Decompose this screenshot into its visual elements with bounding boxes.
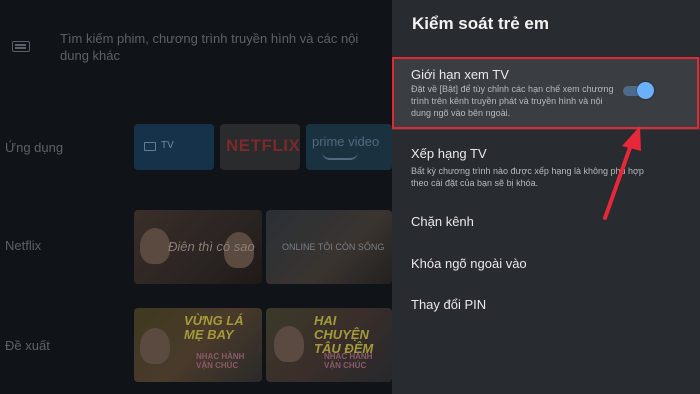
thumbnail-subtitle: NHẠC HÀNH VẬN CHÚC (196, 352, 245, 370)
settings-item-title: Khóa ngõ ngoài vào (411, 256, 527, 271)
person-figure (140, 328, 170, 364)
netflix-thumbnail[interactable]: ONLINE TÔI CÒN SỐNG (266, 210, 392, 284)
prime-smile-icon (322, 152, 358, 160)
row-label-netflix: Netflix (5, 238, 42, 253)
keyboard-icon[interactable] (12, 41, 30, 52)
thumbnail-title: Điên thì có sao (168, 239, 255, 254)
suggested-thumbnail[interactable]: HAI CHUYỆN TÂU ĐÊM NHẠC HÀNH VẬN CHÚC (266, 308, 392, 382)
panel-title: Kiểm soát trẻ em (412, 14, 549, 33)
search-bar[interactable]: Tìm kiếm phim, chương trình truyền hình … (0, 24, 392, 74)
settings-item-change-pin[interactable]: Thay đổi PIN (392, 290, 700, 320)
netflix-thumbnail[interactable]: Điên thì có sao (134, 210, 262, 284)
settings-item-title: Chặn kênh (411, 214, 474, 229)
app-tile-tv[interactable]: TV (134, 124, 214, 170)
row-label-suggested: Đề xuất (5, 338, 50, 353)
settings-item-description: Bất kỳ chương trình nào được xếp hạng là… (411, 166, 644, 188)
row-label-apps: Ứng dụng (5, 140, 64, 155)
settings-item-title: Thay đổi PIN (411, 297, 487, 312)
search-placeholder: Tìm kiếm phim, chương trình truyền hình … (60, 31, 359, 63)
person-figure (274, 326, 304, 362)
highlight-box (392, 57, 699, 129)
thumbnail-title: HAI CHUYỆN TÂU ĐÊM (314, 313, 374, 356)
thumbnail-title: VỪNG LÁ MẸ BAY (184, 313, 244, 342)
thumbnail-title: ONLINE TÔI CÒN SỐNG (282, 242, 385, 252)
thumbnail-subtitle: NHẠC HÀNH VẬN CHÚC (324, 352, 373, 370)
netflix-logo: NETFLIX (226, 136, 300, 155)
settings-item-title: Xếp hạng TV (411, 146, 487, 161)
person-figure (140, 228, 170, 264)
app-tile-label: TV (161, 140, 174, 151)
suggested-thumbnail[interactable]: VỪNG LÁ MẸ BAY NHẠC HÀNH VẬN CHÚC (134, 308, 262, 382)
app-tile-netflix[interactable]: NETFLIX (220, 124, 300, 170)
settings-item-tv-rating[interactable]: Xếp hạng TV Bất kỳ chương trình nào được… (392, 140, 700, 196)
settings-item-lock-external-inputs[interactable]: Khóa ngõ ngoài vào (392, 249, 700, 279)
home-screen-background: Tìm kiếm phim, chương trình truyền hình … (0, 0, 392, 394)
tv-icon (144, 142, 156, 151)
app-tile-prime-video[interactable]: prime video (306, 124, 392, 170)
prime-video-logo: prime video (312, 134, 380, 149)
settings-item-block-channels[interactable]: Chặn kênh (392, 207, 700, 237)
